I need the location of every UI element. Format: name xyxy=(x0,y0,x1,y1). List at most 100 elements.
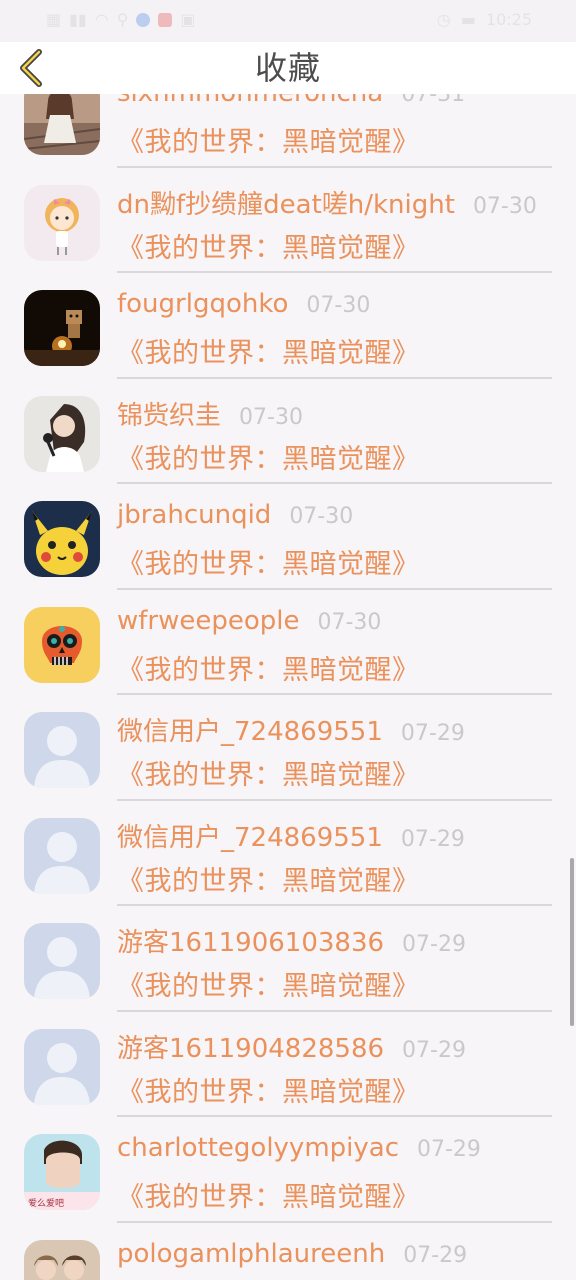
username[interactable]: 微信用户_724869551 xyxy=(117,711,383,748)
avatar-image: 爱么爱吧 xyxy=(24,1134,100,1210)
app-notification-icon xyxy=(136,12,151,27)
status-right-icons: ◷ ▬ 10:25 xyxy=(437,10,532,29)
avatar-image xyxy=(24,1239,100,1280)
scrollbar[interactable] xyxy=(570,858,574,1026)
date: 07-29 xyxy=(403,1242,468,1268)
list-item[interactable]: sixhmmonmeroncha 07-31 《我的世界：黑暗觉醒》 xyxy=(0,94,576,168)
list-item[interactable]: jbrahcunqid 07-30 《我的世界：黑暗觉醒》 xyxy=(0,484,576,590)
username[interactable]: jbrahcunqid xyxy=(117,500,271,530)
avatar[interactable] xyxy=(24,606,100,683)
avatar[interactable] xyxy=(24,290,100,366)
book-title[interactable]: 《我的世界：黑暗觉醒》 xyxy=(117,1070,420,1109)
status-left-icons: ▦ ▮▮ ◠ ⚲ ▣ xyxy=(46,10,196,29)
book-title[interactable]: 《我的世界：黑暗觉醒》 xyxy=(117,437,420,476)
list-item[interactable]: 游客1611904828586 07-29 《我的世界：黑暗觉醒》 xyxy=(0,1012,576,1117)
favorites-list[interactable]: sixhmmonmeroncha 07-31 《我的世界：黑暗觉醒》 dn黝f抄… xyxy=(0,94,576,1280)
status-time: 10:25 xyxy=(485,10,532,29)
date: 07-29 xyxy=(400,826,465,852)
signal-icon: ▮▮ xyxy=(69,10,87,29)
usb-icon: ⚲ xyxy=(116,10,129,29)
avatar[interactable] xyxy=(24,1239,100,1280)
date: 07-29 xyxy=(402,1037,466,1063)
username-line: jbrahcunqid 07-30 xyxy=(117,500,353,530)
book-title[interactable]: 《我的世界：黑暗觉醒》 xyxy=(117,226,420,265)
book-title[interactable]: 《我的世界：黑暗觉醒》 xyxy=(117,1175,420,1214)
book-title[interactable]: 《我的世界：黑暗觉醒》 xyxy=(117,648,420,687)
username[interactable]: charlottegolyympiyac xyxy=(117,1133,399,1163)
avatar[interactable] xyxy=(24,184,100,261)
avatar[interactable] xyxy=(24,501,100,577)
list-item[interactable]: pologamlphlaureenh 07-29 《我的世界：黑暗觉醒》 xyxy=(0,1223,576,1280)
username-line: dn黝f抄缋艟deat嗟h/knight 07-30 xyxy=(117,184,537,221)
alarm-icon: ◷ xyxy=(436,10,451,29)
favorites-list-inner: sixhmmonmeroncha 07-31 《我的世界：黑暗觉醒》 dn黝f抄… xyxy=(0,94,576,1280)
date: 07-30 xyxy=(317,609,382,635)
avatar[interactable] xyxy=(24,817,100,894)
username-line: charlottegolyympiyac 07-29 xyxy=(117,1133,481,1163)
username[interactable]: fougrlgqohko xyxy=(117,289,288,319)
back-button[interactable] xyxy=(12,48,52,88)
date: 07-29 xyxy=(417,1137,481,1162)
avatar[interactable] xyxy=(24,1028,100,1105)
date: 07-29 xyxy=(400,721,465,746)
avatar[interactable] xyxy=(24,712,100,788)
avatar[interactable]: 爱么爱吧 xyxy=(24,1134,100,1210)
avatar-image xyxy=(24,395,100,472)
header-bar: 收藏 xyxy=(0,42,576,94)
avatar-image xyxy=(24,1028,100,1105)
svg-text:爱么爱吧: 爱么爱吧 xyxy=(28,1198,64,1209)
book-title[interactable]: 《我的世界：黑暗觉醒》 xyxy=(117,542,420,581)
list-item[interactable]: wfrweepeople 07-30 《我的世界：黑暗觉醒》 xyxy=(0,590,576,695)
username[interactable]: pologamlphlaureenh xyxy=(117,1239,385,1269)
username-line: sixhmmonmeroncha 07-31 xyxy=(117,94,465,108)
list-item[interactable]: 爱么爱吧 charlottegolyympiyac 07-29 《我的世界：黑暗… xyxy=(0,1117,576,1223)
list-item[interactable]: 锦赀织圭 07-30 《我的世界：黑暗觉醒》 xyxy=(0,379,576,484)
book-title[interactable]: 《我的世界：黑暗觉醒》 xyxy=(117,753,420,792)
username[interactable]: 游客1611904828586 xyxy=(117,1028,384,1065)
list-item[interactable]: 游客1611906103836 07-29 《我的世界：黑暗觉醒》 xyxy=(0,906,576,1012)
reader-app-notification-icon xyxy=(158,12,173,27)
page-title: 收藏 xyxy=(254,49,321,87)
username[interactable]: 微信用户_724869551 xyxy=(117,817,383,854)
avatar[interactable] xyxy=(24,94,100,155)
book-title[interactable]: 《我的世界：黑暗觉醒》 xyxy=(117,964,420,1003)
username-line: 微信用户_724869551 07-29 xyxy=(117,711,465,748)
avatar-image xyxy=(24,184,100,261)
avatar-image xyxy=(24,94,100,155)
avatar-image xyxy=(24,501,100,577)
sim-icon: ▦ xyxy=(46,10,62,29)
book-title[interactable]: 《我的世界：黑暗觉醒》 xyxy=(117,859,420,898)
date: 07-30 xyxy=(472,193,537,219)
username[interactable]: sixhmmonmeroncha xyxy=(117,94,383,108)
username-line: pologamlphlaureenh 07-29 xyxy=(117,1239,467,1269)
book-title[interactable]: 《我的世界：黑暗觉醒》 xyxy=(117,331,420,370)
avatar-image xyxy=(24,817,100,894)
avatar-image xyxy=(24,923,100,999)
date: 07-31 xyxy=(401,94,466,107)
username[interactable]: wfrweepeople xyxy=(117,606,300,636)
avatar[interactable] xyxy=(24,395,100,472)
username-line: wfrweepeople 07-30 xyxy=(117,606,381,636)
username[interactable]: 游客1611906103836 xyxy=(117,922,384,959)
username[interactable]: 锦赀织圭 xyxy=(117,395,221,432)
list-item[interactable]: 微信用户_724869551 07-29 《我的世界：黑暗觉醒》 xyxy=(0,695,576,801)
avatar-image xyxy=(24,712,100,788)
username-line: 游客1611904828586 07-29 xyxy=(117,1028,466,1065)
username[interactable]: dn黝f抄缋艟deat嗟h/knight xyxy=(117,184,455,221)
username-line: 游客1611906103836 07-29 xyxy=(117,922,466,959)
date: 07-30 xyxy=(239,404,303,430)
battery-icon: ▬ xyxy=(460,10,476,29)
avatar[interactable] xyxy=(24,923,100,999)
username-line: fougrlgqohko 07-30 xyxy=(117,289,370,319)
avatar-image xyxy=(24,606,100,683)
username-line: 锦赀织圭 07-30 xyxy=(117,395,303,432)
list-item[interactable]: 微信用户_724869551 07-29 《我的世界：黑暗觉醒》 xyxy=(0,801,576,906)
date: 07-30 xyxy=(289,504,354,529)
back-arrow-icon xyxy=(20,49,42,87)
book-title[interactable]: 《我的世界：黑暗觉醒》 xyxy=(117,120,420,159)
status-bar: ▦ ▮▮ ◠ ⚲ ▣ ◷ ▬ 10:25 xyxy=(0,0,576,42)
list-item[interactable]: dn黝f抄缋艟deat嗟h/knight 07-30 《我的世界：黑暗觉醒》 xyxy=(0,168,576,273)
avatar-image xyxy=(24,290,100,366)
list-item[interactable]: fougrlgqohko 07-30 《我的世界：黑暗觉醒》 xyxy=(0,273,576,379)
wifi-icon: ◠ xyxy=(94,10,109,29)
